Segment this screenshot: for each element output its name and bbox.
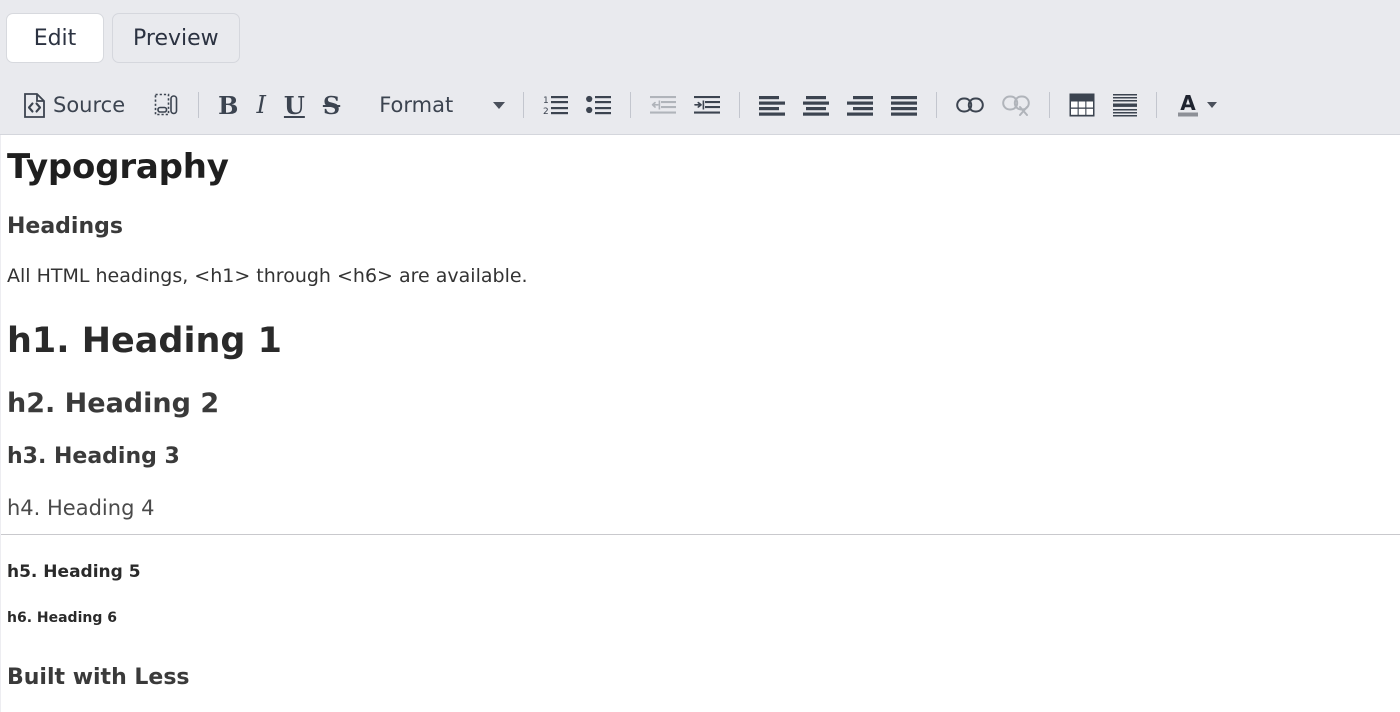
svg-text:2: 2 [543,107,549,116]
source-button[interactable]: Source [14,85,134,125]
outdent-icon [650,94,677,116]
indent-button[interactable] [685,85,729,125]
italic-button[interactable]: I [247,85,274,125]
chevron-down-icon [1207,102,1218,108]
tab-preview-label: Preview [133,25,219,51]
sample-heading-5: h5. Heading 5 [7,561,141,582]
toolbar-separator [198,92,200,118]
sample-heading-4: h4. Heading 4 [7,495,155,520]
sample-heading-6: h6. Heading 6 [7,610,117,627]
tab-preview[interactable]: Preview [112,13,240,63]
section-heading-built-with-less: Built with Less [7,664,190,690]
tab-edit-label: Edit [33,25,77,51]
horizontal-rule-button[interactable] [1104,85,1146,125]
numbered-list-button[interactable]: 1 2 [534,85,577,125]
toolbar-separator [630,92,632,118]
bulleted-list-button[interactable] [577,85,620,125]
templates-button[interactable] [144,85,188,125]
format-dropdown-label: Format [379,93,454,117]
rich-text-editor: Edit Preview Source B I U S Format 1 2 A… [0,0,1400,712]
horizontal-rule [1,533,1400,535]
align-left-icon [759,94,786,116]
format-dropdown[interactable]: Format [371,85,513,125]
align-right-button[interactable] [838,85,882,125]
toolbar-separator [1049,92,1051,118]
intro-paragraph: All HTML headings, <h1> through <h6> are… [7,265,528,288]
templates-icon [153,92,179,118]
bold-icon: B [218,90,239,120]
underline-icon: U [283,90,305,120]
link-icon [956,95,985,115]
toolbar-separator [1156,92,1158,118]
link-button[interactable] [947,85,993,125]
sample-heading-3: h3. Heading 3 [7,444,180,470]
editor-tab-bar: Edit Preview [0,0,1400,76]
bulleted-list-icon [586,94,612,116]
outdent-button[interactable] [641,85,685,125]
sample-heading-2: h2. Heading 2 [7,387,220,419]
source-button-label: Source [53,93,126,117]
align-left-button[interactable] [750,85,794,125]
editor-content-area[interactable]: Typography Headings All HTML headings, <… [0,135,1400,712]
section-heading-headings: Headings [7,213,123,239]
chevron-down-icon [493,101,506,109]
table-button[interactable] [1060,85,1104,125]
strikethrough-button[interactable]: S [314,85,349,125]
editor-toolbar: Source B I U S Format 1 2 A [0,76,1400,135]
align-right-icon [847,94,874,116]
align-center-icon [803,94,830,116]
source-icon [23,92,46,118]
text-color-icon: A [1176,92,1200,118]
underline-button[interactable]: U [275,85,314,125]
horizontal-rule-icon [1113,93,1138,117]
toolbar-separator [936,92,938,118]
bold-button[interactable]: B [209,85,247,125]
italic-icon: I [256,91,266,119]
justify-button[interactable] [882,85,926,125]
tab-edit[interactable]: Edit [6,13,104,63]
unlink-icon [1002,94,1031,116]
page-title: Typography [7,147,229,187]
numbered-list-icon: 1 2 [543,94,569,116]
strikethrough-icon: S [322,90,341,120]
toolbar-separator [523,92,525,118]
sample-heading-1: h1. Heading 1 [7,320,282,361]
align-center-button[interactable] [794,85,838,125]
unlink-button[interactable] [993,85,1039,125]
table-icon [1069,93,1095,117]
justify-icon [891,94,918,116]
svg-text:A: A [1180,92,1196,115]
text-color-button[interactable]: A [1167,85,1226,125]
indent-icon [694,94,721,116]
svg-text:1: 1 [543,96,549,106]
toolbar-separator [739,92,741,118]
